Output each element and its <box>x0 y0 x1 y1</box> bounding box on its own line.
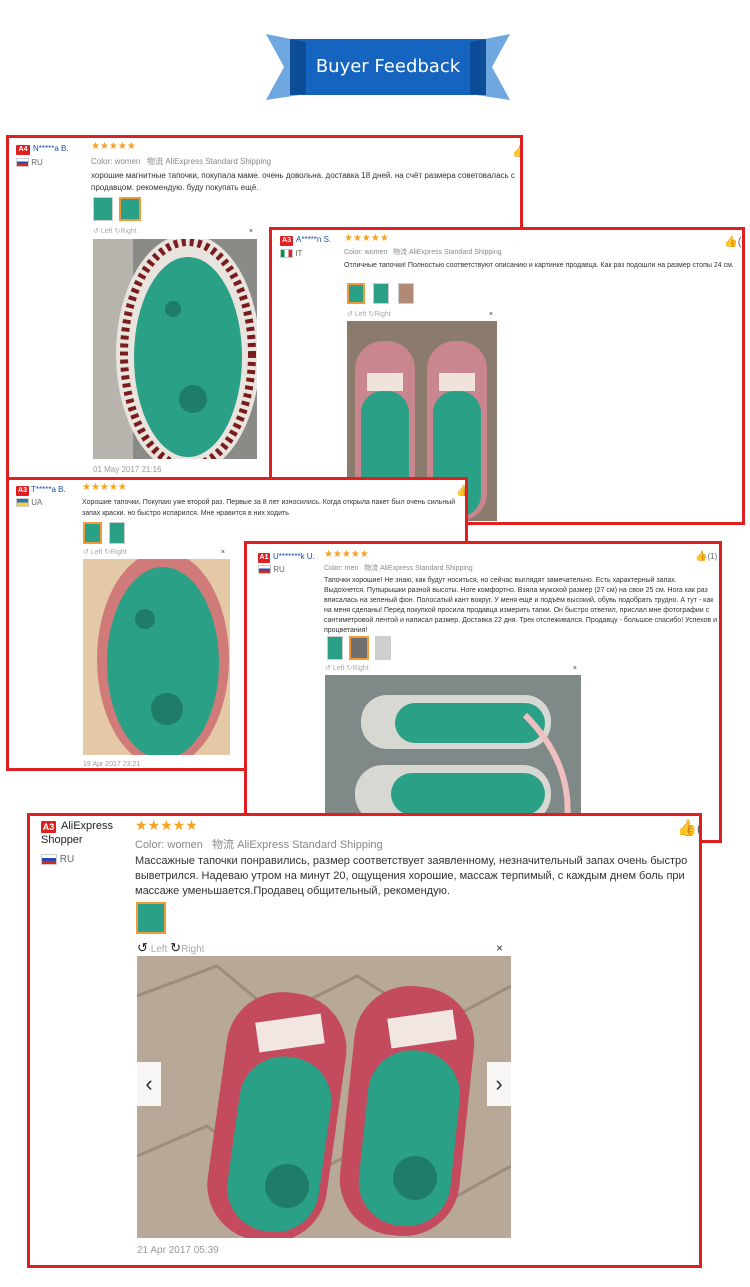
review-text: Отличные тапочки! Полностью соответствую… <box>344 262 734 269</box>
buyer-level-badge: A3 <box>16 486 29 496</box>
photo-toolbar: ↺ Left ↻Right × <box>325 663 581 674</box>
rotate-left-icon[interactable]: ↺ <box>347 311 353 318</box>
review-card: A1 U*******k U. RU ★★★★★ Color: men 物流 A… <box>244 541 722 843</box>
buyer-level-badge: A4 <box>16 145 30 155</box>
review-text: Тапочки хорошие! Не знаю, как будут носи… <box>324 577 717 634</box>
review-card: A3 AliExpress Shopper RU ★★★★★ Color: wo… <box>27 813 702 1268</box>
thumbs-up-icon[interactable]: 👍 <box>456 484 465 497</box>
review-text: хорошие магнитные тапочки, покупала маме… <box>91 171 515 192</box>
rotate-left-icon[interactable]: ↺ <box>93 228 99 235</box>
buyer-feedback-banner: Buyer Feedback <box>266 32 510 102</box>
rotate-left-icon[interactable]: ↺ <box>137 940 148 955</box>
star-rating: ★★★★★ <box>91 141 136 152</box>
close-icon[interactable]: × <box>489 309 493 320</box>
like-button[interactable]: 👍(1) <box>695 551 717 562</box>
close-icon[interactable]: × <box>221 547 225 558</box>
flag-icon <box>16 158 29 168</box>
reviewer-country: RU <box>258 565 285 575</box>
photo-thumbnail[interactable] <box>375 636 391 660</box>
photo-thumbnail-selected[interactable] <box>136 902 166 934</box>
reviewer-country: RU <box>16 158 43 168</box>
thumbs-up-icon[interactable]: 👍 <box>677 820 697 837</box>
reviewer-name[interactable]: N*****a B. <box>33 144 69 153</box>
photo-thumbnail[interactable] <box>93 197 113 221</box>
order-info: Color: women 物流 AliExpress Standard Ship… <box>344 249 502 256</box>
reviewer-name[interactable]: AliExpress Shopper <box>41 819 131 847</box>
buyer-level-badge: A1 <box>258 553 270 563</box>
reviewer-name[interactable]: A*****n S. <box>296 235 331 244</box>
banner-title: Buyer Feedback <box>315 56 461 77</box>
flag-icon <box>41 854 57 865</box>
thumbs-up-icon[interactable]: 👍 <box>695 551 707 562</box>
review-date: 01 May 2017 21:16 <box>93 465 162 474</box>
review-text: Хорошие тапочки. Покупаю уже второй раз.… <box>82 499 456 517</box>
slipper-photo <box>83 559 230 755</box>
order-info: Color: women 物流 AliExpress Standard Ship… <box>91 157 272 166</box>
star-rating: ★★★★★ <box>135 817 198 833</box>
like-button[interactable]: 👍(0 <box>724 235 742 248</box>
rotate-left-icon[interactable]: ↺ <box>83 549 89 556</box>
flag-icon <box>258 565 271 575</box>
photo-thumbnail-selected[interactable] <box>83 522 102 544</box>
photo-toolbar: ↺ Left ↻Right × <box>83 547 229 558</box>
rotate-left-icon[interactable]: ↺ <box>325 665 331 672</box>
photo-thumbnail-selected[interactable] <box>347 283 365 304</box>
reviewer-country: UA <box>16 498 42 508</box>
photo-toolbar: ↺ Left ↻Right × <box>137 940 511 956</box>
reviewer-country: IT <box>280 249 302 259</box>
star-rating: ★★★★★ <box>324 549 369 560</box>
photo-thumbnail[interactable] <box>109 522 125 544</box>
close-icon[interactable]: × <box>496 940 503 956</box>
close-icon[interactable]: × <box>573 663 577 674</box>
order-info: Color: women 物流 AliExpress Standard Ship… <box>135 839 383 851</box>
like-button[interactable]: 👍( <box>677 818 699 838</box>
photo-thumbnail[interactable] <box>373 283 389 304</box>
photo-thumbnail[interactable] <box>398 283 414 304</box>
review-photo[interactable]: ‹ › <box>137 956 511 1238</box>
next-photo-button[interactable]: › <box>487 1062 511 1106</box>
photo-thumbnail-selected[interactable] <box>349 636 369 660</box>
thumbs-up-icon[interactable]: 👍 <box>512 144 520 158</box>
star-rating: ★★★★★ <box>344 233 389 244</box>
prev-photo-button[interactable]: ‹ <box>137 1062 161 1106</box>
slipper-photo <box>137 956 511 1238</box>
thumbs-up-icon[interactable]: 👍 <box>724 236 738 248</box>
photo-toolbar: ↺ Left ↻Right × <box>93 226 257 238</box>
review-date: 19 Apr 2017 23:21 <box>83 761 141 768</box>
review-photo[interactable] <box>83 559 230 755</box>
flag-icon <box>280 249 293 259</box>
rotate-right-icon[interactable]: ↻ <box>170 940 181 955</box>
reviewer-name[interactable]: T*****a B. <box>31 485 66 494</box>
photo-thumbnail[interactable] <box>327 636 343 660</box>
photo-thumbnail-selected[interactable] <box>119 197 141 221</box>
photo-toolbar: ↺ Left ↻Right × <box>347 309 497 320</box>
order-info: Color: men 物流 AliExpress Standard Shippi… <box>324 565 473 572</box>
slipper-photo <box>93 239 257 459</box>
review-photo[interactable] <box>93 239 257 459</box>
reviewer-country: RU <box>41 854 74 865</box>
flag-icon <box>16 498 29 508</box>
close-icon[interactable]: × <box>249 226 253 238</box>
star-rating: ★★★★★ <box>82 482 127 493</box>
reviewer-name[interactable]: U*******k U. <box>273 552 315 561</box>
buyer-level-badge: A3 <box>280 236 293 246</box>
review-text: Массажные тапочки понравились, размер со… <box>135 855 688 897</box>
review-date: 21 Apr 2017 05:39 <box>137 1245 219 1256</box>
